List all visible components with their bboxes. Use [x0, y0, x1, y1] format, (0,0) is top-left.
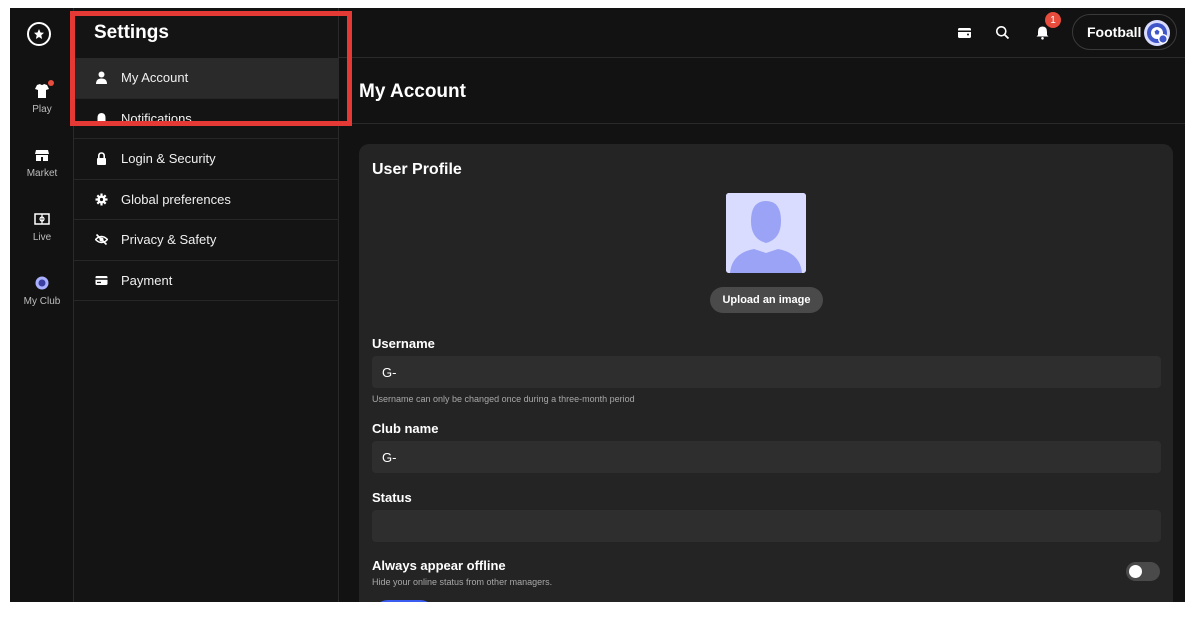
logo-icon[interactable] — [27, 22, 51, 46]
save-button[interactable] — [372, 600, 436, 602]
rail-item-label: Play — [32, 104, 52, 115]
menu-item-label: Notifications — [121, 110, 192, 126]
settings-title: Settings — [94, 22, 169, 43]
store-icon — [35, 150, 49, 161]
username-hint: Username can only be changed once during… — [372, 394, 635, 404]
club-name-input[interactable] — [372, 441, 1161, 473]
person-silhouette-icon — [726, 193, 806, 273]
jersey-icon — [35, 84, 49, 98]
menu-item-my-account[interactable]: My Account — [74, 58, 339, 99]
username-input[interactable] — [372, 356, 1161, 388]
username-label: Username — [372, 336, 435, 351]
rail-item-label: Market — [26, 168, 58, 179]
gear-icon — [94, 192, 108, 206]
card-icon — [94, 273, 108, 287]
menu-item-label: Payment — [121, 272, 173, 288]
sport-switcher-button[interactable]: Football — [1072, 14, 1177, 50]
pitch-icon — [34, 213, 50, 225]
club-badge-icon — [35, 276, 49, 290]
wallet-icon[interactable] — [956, 24, 972, 40]
bell-icon — [94, 111, 108, 125]
menu-item-label: Login & Security — [121, 151, 216, 167]
notification-count-badge: 1 — [1045, 12, 1061, 28]
status-label: Status — [372, 490, 412, 505]
rail-item-market[interactable]: Market — [10, 146, 74, 179]
notification-dot — [48, 80, 54, 86]
appear-offline-toggle[interactable] — [1126, 562, 1160, 581]
lock-icon — [94, 152, 108, 166]
menu-item-label: Privacy & Safety — [121, 232, 217, 248]
rail-item-label: Live — [32, 232, 52, 243]
user-profile-card: User Profile Upload an image Username Us… — [359, 144, 1173, 602]
rail-item-live[interactable]: Live — [10, 210, 74, 243]
toggle-knob — [1129, 565, 1142, 578]
rail-item-label: My Club — [23, 296, 61, 307]
settings-menu: My Account Notifications Login & Securit… — [74, 58, 339, 301]
search-icon[interactable] — [994, 24, 1010, 40]
offline-label: Always appear offline — [372, 558, 506, 573]
page-title: My Account — [359, 81, 466, 102]
user-avatar — [1144, 20, 1170, 46]
left-rail: Play Market Live My Club — [10, 8, 74, 602]
menu-item-label: My Account — [121, 70, 189, 86]
settings-sidebar: Settings My Account Notifications Login … — [74, 8, 339, 602]
menu-item-label: Global preferences — [121, 191, 231, 207]
upload-image-button[interactable]: Upload an image — [710, 287, 823, 313]
status-input[interactable] — [372, 510, 1161, 542]
eye-slash-icon — [94, 233, 108, 247]
menu-item-login-security[interactable]: Login & Security — [74, 139, 339, 180]
club-name-label: Club name — [372, 421, 439, 436]
menu-item-privacy-safety[interactable]: Privacy & Safety — [74, 220, 339, 261]
menu-item-payment[interactable]: Payment — [74, 261, 339, 301]
offline-hint: Hide your online status from other manag… — [372, 577, 553, 587]
rail-item-my-club[interactable]: My Club — [10, 274, 74, 307]
header-divider — [339, 123, 1185, 124]
user-icon — [94, 71, 108, 85]
card-title: User Profile — [372, 161, 462, 178]
rail-item-play[interactable]: Play — [10, 80, 74, 115]
menu-item-global-preferences[interactable]: Global preferences — [74, 180, 339, 220]
menu-item-notifications[interactable]: Notifications — [74, 99, 339, 139]
app-window: Play Market Live My Club Settings My Acc… — [10, 8, 1185, 602]
profile-avatar-placeholder — [726, 193, 806, 273]
sport-label: Football — [1087, 24, 1142, 40]
